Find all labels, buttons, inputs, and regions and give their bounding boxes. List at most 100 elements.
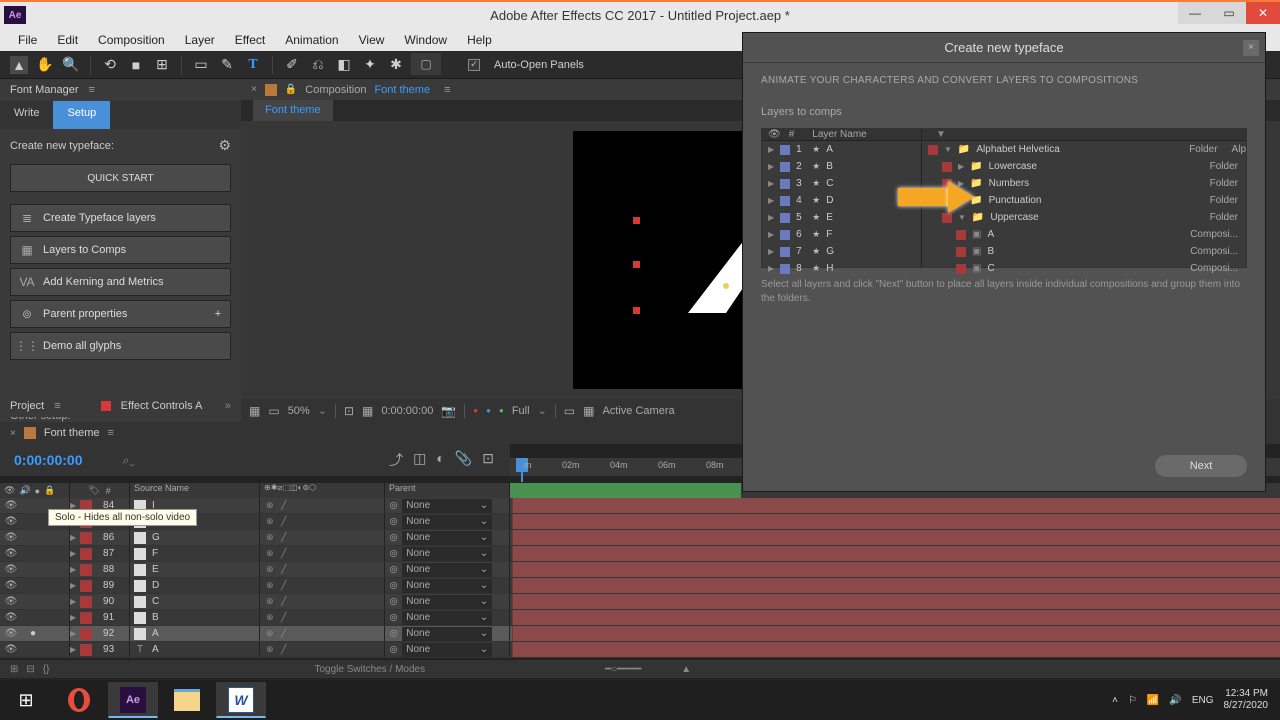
tray-up-icon[interactable]: ˄: [1112, 695, 1118, 706]
layer-track[interactable]: [512, 498, 1280, 513]
motion-blur-icon[interactable]: ◐: [436, 450, 444, 470]
plus-icon[interactable]: +: [206, 308, 230, 320]
menu-window[interactable]: Window: [394, 31, 457, 49]
comp-tab-font-theme[interactable]: Font theme: [253, 100, 333, 121]
demo-glyphs-button[interactable]: ⋮⋮Demo all glyphs: [10, 332, 231, 360]
selection-tool-icon[interactable]: ▲: [10, 56, 28, 74]
camera-tool-icon[interactable]: ■: [127, 56, 145, 74]
menu-edit[interactable]: Edit: [47, 31, 88, 49]
bbox-handle[interactable]: [633, 261, 640, 268]
pen-tool-icon[interactable]: ✎: [218, 56, 236, 74]
type-tool-icon[interactable]: T: [244, 56, 262, 74]
timeline-layer-row[interactable]: 👁▶88E⊕ ╱⊚None⌄: [0, 562, 1280, 578]
view-icon[interactable]: ▭: [564, 404, 575, 418]
toggle-switches-button[interactable]: Toggle Switches / Modes: [314, 664, 425, 675]
timecode[interactable]: 0:00:00:00: [14, 452, 83, 468]
menu-animation[interactable]: Animation: [275, 31, 348, 49]
lock-icon[interactable]: 🔒: [285, 84, 297, 95]
add-kerning-button[interactable]: VAAdd Kerning and Metrics: [10, 268, 231, 296]
layer-track[interactable]: [512, 642, 1280, 657]
layer-track[interactable]: [512, 514, 1280, 529]
minimize-button[interactable]: —: [1178, 2, 1212, 24]
next-button[interactable]: Next: [1155, 455, 1247, 477]
close-timeline-icon[interactable]: ×: [10, 428, 16, 439]
roi-icon[interactable]: ⊡: [344, 404, 354, 418]
layer-item[interactable]: ▶6★F: [762, 226, 921, 243]
effect-controls-tab[interactable]: Effect Controls A: [121, 400, 203, 412]
graph-icon[interactable]: 📎: [455, 450, 472, 470]
taskbar-opera[interactable]: [54, 682, 104, 718]
timeline-layer-row[interactable]: 👁●▶92A⊕ ╱⊚None⌄: [0, 626, 1280, 642]
viewer-time[interactable]: 0:00:00:00: [381, 405, 433, 417]
layer-track[interactable]: [512, 578, 1280, 593]
timeline-layer-row[interactable]: 👁▶89D⊕ ╱⊚None⌄: [0, 578, 1280, 594]
comp-item[interactable]: ▣BComposi...: [922, 243, 1246, 260]
grid-icon[interactable]: ▦: [249, 404, 260, 418]
tray-clock[interactable]: 12:34 PM 8/27/2020: [1224, 688, 1269, 712]
zoom-tool-icon[interactable]: 🔍: [62, 56, 80, 74]
pan-behind-tool-icon[interactable]: ⊞: [153, 56, 171, 74]
tray-volume-icon[interactable]: 🔊: [1169, 695, 1181, 706]
taskbar-after-effects[interactable]: Ae: [108, 682, 158, 718]
transparency-icon[interactable]: ▦: [362, 404, 373, 418]
layer-track[interactable]: [512, 546, 1280, 561]
layer-track[interactable]: [512, 626, 1280, 641]
layers-to-comps-button[interactable]: ▦Layers to Comps: [10, 236, 231, 264]
rotation-tool-icon[interactable]: ⟲: [101, 56, 119, 74]
menu-composition[interactable]: Composition: [88, 31, 175, 49]
brush-tool-icon[interactable]: ✐: [283, 56, 301, 74]
timeline-layer-row[interactable]: 👁▶86G⊕ ╱⊚None⌄: [0, 530, 1280, 546]
3d-icon[interactable]: ▦: [583, 404, 594, 418]
menu-view[interactable]: View: [349, 31, 395, 49]
comp-menu-icon[interactable]: ≡: [444, 84, 450, 96]
folder-item[interactable]: ▼📁Alphabet HelveticaFolderAlp: [922, 141, 1246, 158]
expand-icon[interactable]: ⊞: [10, 664, 18, 675]
menu-layer[interactable]: Layer: [175, 31, 225, 49]
panel-menu-icon[interactable]: ≡: [88, 84, 94, 96]
clone-tool-icon[interactable]: ⎌: [309, 56, 327, 74]
auto-open-checkbox[interactable]: ✓: [468, 59, 480, 71]
snapshot-icon[interactable]: 📷: [441, 404, 456, 418]
curly-icon[interactable]: {}: [43, 664, 50, 675]
layer-item[interactable]: ▶1★A: [762, 141, 921, 158]
start-button[interactable]: ⊞: [2, 682, 50, 718]
layer-track[interactable]: [512, 562, 1280, 577]
resolution-select[interactable]: Full: [512, 405, 530, 417]
taskbar-word[interactable]: W: [216, 682, 266, 718]
bbox-handle[interactable]: [633, 307, 640, 314]
zoom-value[interactable]: 50%: [288, 405, 310, 417]
parent-properties-button[interactable]: ⊚Parent properties+: [10, 300, 231, 328]
create-typeface-layers-button[interactable]: ≣Create Typeface layers: [10, 204, 231, 232]
search-icon[interactable]: ⌕⌄: [123, 453, 135, 468]
layer-track[interactable]: [512, 530, 1280, 545]
layer-track[interactable]: [512, 594, 1280, 609]
quick-start-button[interactable]: QUICK START: [10, 164, 231, 192]
project-tab[interactable]: Project: [10, 400, 44, 412]
layer-item[interactable]: ▶7★G: [762, 243, 921, 260]
bbox-handle[interactable]: [633, 217, 640, 224]
camera-select[interactable]: Active Camera: [602, 405, 674, 417]
tab-write[interactable]: Write: [0, 101, 53, 129]
puppet-tool-icon[interactable]: ✱: [387, 56, 405, 74]
timeline-layer-row[interactable]: 👁▶90C⊕ ╱⊚None⌄: [0, 594, 1280, 610]
layer-item[interactable]: ▶8★H: [762, 260, 921, 277]
settings-sliders-icon[interactable]: ⚙: [218, 137, 231, 154]
timeline-layer-row[interactable]: 👁▶93TA⊕ ╱⊚None⌄: [0, 642, 1280, 658]
folder-item[interactable]: ▶📁LowercaseFolder: [922, 158, 1246, 175]
rounded-rect-icon[interactable]: ▢: [411, 53, 441, 75]
hand-tool-icon[interactable]: ✋: [36, 56, 54, 74]
tab-setup[interactable]: Setup: [53, 101, 110, 129]
timeline-layer-row[interactable]: 👁▶87F⊕ ╱⊚None⌄: [0, 546, 1280, 562]
layer-item[interactable]: ▶5★E: [762, 209, 921, 226]
menu-help[interactable]: Help: [457, 31, 502, 49]
shape-tool-icon[interactable]: ▭: [192, 56, 210, 74]
overflow-icon[interactable]: »: [225, 400, 231, 412]
timeline-layer-row[interactable]: 👁▶91B⊕ ╱⊚None⌄: [0, 610, 1280, 626]
layer-item[interactable]: ▶2★B: [762, 158, 921, 175]
roto-tool-icon[interactable]: ✦: [361, 56, 379, 74]
tray-network-icon[interactable]: 📶: [1147, 695, 1159, 706]
menu-file[interactable]: File: [8, 31, 47, 49]
monitor-icon[interactable]: ▭: [268, 404, 279, 418]
maximize-button[interactable]: ▭: [1212, 2, 1246, 24]
layer-track[interactable]: [512, 610, 1280, 625]
